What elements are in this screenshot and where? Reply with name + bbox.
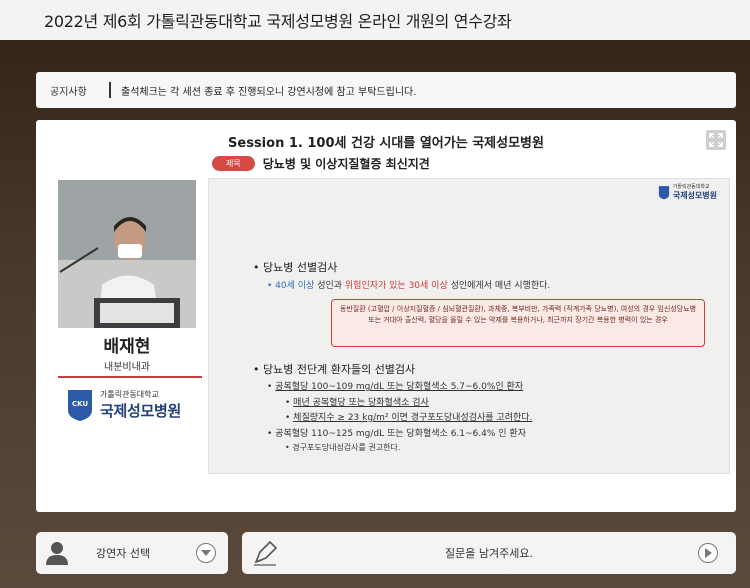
- play-icon[interactable]: [698, 543, 718, 563]
- slide-logo: 가톨릭관동대학교 국제성모병원: [658, 183, 717, 201]
- speaker-select-label: 강연자 선택: [96, 547, 151, 560]
- speaker-department: 내분비내과: [104, 362, 150, 373]
- slide-line-6: • 경구포도당내성검사를 권고한다.: [285, 443, 401, 452]
- slide-heading-2: • 당뇨병 전단계 환자들의 선별검사: [253, 363, 416, 376]
- subject-title: 당뇨병 및 이상지질혈증 최신지견: [262, 157, 430, 171]
- lecture-slide: 가톨릭관동대학교 국제성모병원 • 당뇨병 선별검사 • 40세 이상 성인과 …: [208, 178, 730, 474]
- slide-line-3: • 매년 공복혈당 또는 당화혈색소 검사: [285, 398, 429, 408]
- notice-text: 출석체크는 각 세션 종료 후 진행되오니 강연시청에 참고 부탁드립니다.: [121, 86, 417, 98]
- subject-tag: 제목: [212, 156, 255, 171]
- slide-line-5: • 공복혈당 110~125 mg/dL 또는 당화혈색소 6.1~6.4% 인…: [267, 429, 526, 439]
- person-icon: [46, 542, 68, 565]
- question-button[interactable]: 질문을 남겨주세요.: [242, 532, 736, 574]
- title-bar: 2022년 제6회 가톨릭관동대학교 국제성모병원 온라인 개원의 연수강좌: [0, 0, 750, 40]
- slide-line-2: • 공복혈당 100~109 mg/dL 또는 당화혈색소 5.7~6.0%인 …: [267, 382, 524, 392]
- chevron-down-icon[interactable]: [196, 543, 216, 563]
- page-title: 2022년 제6회 가톨릭관동대학교 국제성모병원 온라인 개원의 연수강좌: [44, 12, 512, 31]
- slide-logo-hospital: 국제성모병원: [672, 191, 717, 200]
- logo-university: 가톨릭관동대학교: [100, 390, 159, 399]
- notice-bar: 공지사항 출석체크는 각 세션 종료 후 진행되오니 강연시청에 참고 부탁드립…: [36, 72, 736, 108]
- divider: [58, 376, 202, 378]
- notice-label: 공지사항: [50, 86, 87, 98]
- question-label: 질문을 남겨주세요.: [445, 547, 533, 560]
- slide-logo-university: 가톨릭관동대학교: [672, 184, 710, 190]
- slide-heading-1: • 당뇨병 선별검사: [253, 261, 338, 274]
- lecture-stage: Session 1. 100세 건강 시대를 열어가는 국제성모병원 제목 당뇨…: [36, 120, 736, 512]
- hospital-logo: CKU 가톨릭관동대학교 국제성모병원: [66, 388, 181, 422]
- session-title: Session 1. 100세 건강 시대를 열어가는 국제성모병원: [228, 136, 544, 151]
- speaker-name: 배재현: [103, 337, 151, 357]
- speaker-video: [58, 180, 196, 328]
- logo-hospital: 국제성모병원: [100, 402, 182, 420]
- slide-line-1: • 40세 이상 성인과 위험인자가 있는 30세 이상 성인에게서 매년 시행…: [267, 281, 551, 291]
- risk-factor-callout: 동반질환 (고혈압 / 이상지질혈증 / 심뇌혈관질환), 과체중, 복부비만,…: [331, 299, 705, 347]
- cku-shield-icon: [658, 185, 669, 199]
- notice-divider: [109, 82, 111, 98]
- subject-row: 제목 당뇨병 및 이상지질혈증 최신지견: [212, 155, 430, 172]
- cku-shield-icon: CKU: [68, 390, 92, 421]
- speaker-select-button[interactable]: 강연자 선택: [36, 532, 228, 574]
- slide-line-4: • 체질량지수 ≥ 23 kg/m² 이면 경구포도당내성검사를 고려한다.: [285, 413, 533, 423]
- svg-text:CKU: CKU: [72, 400, 88, 408]
